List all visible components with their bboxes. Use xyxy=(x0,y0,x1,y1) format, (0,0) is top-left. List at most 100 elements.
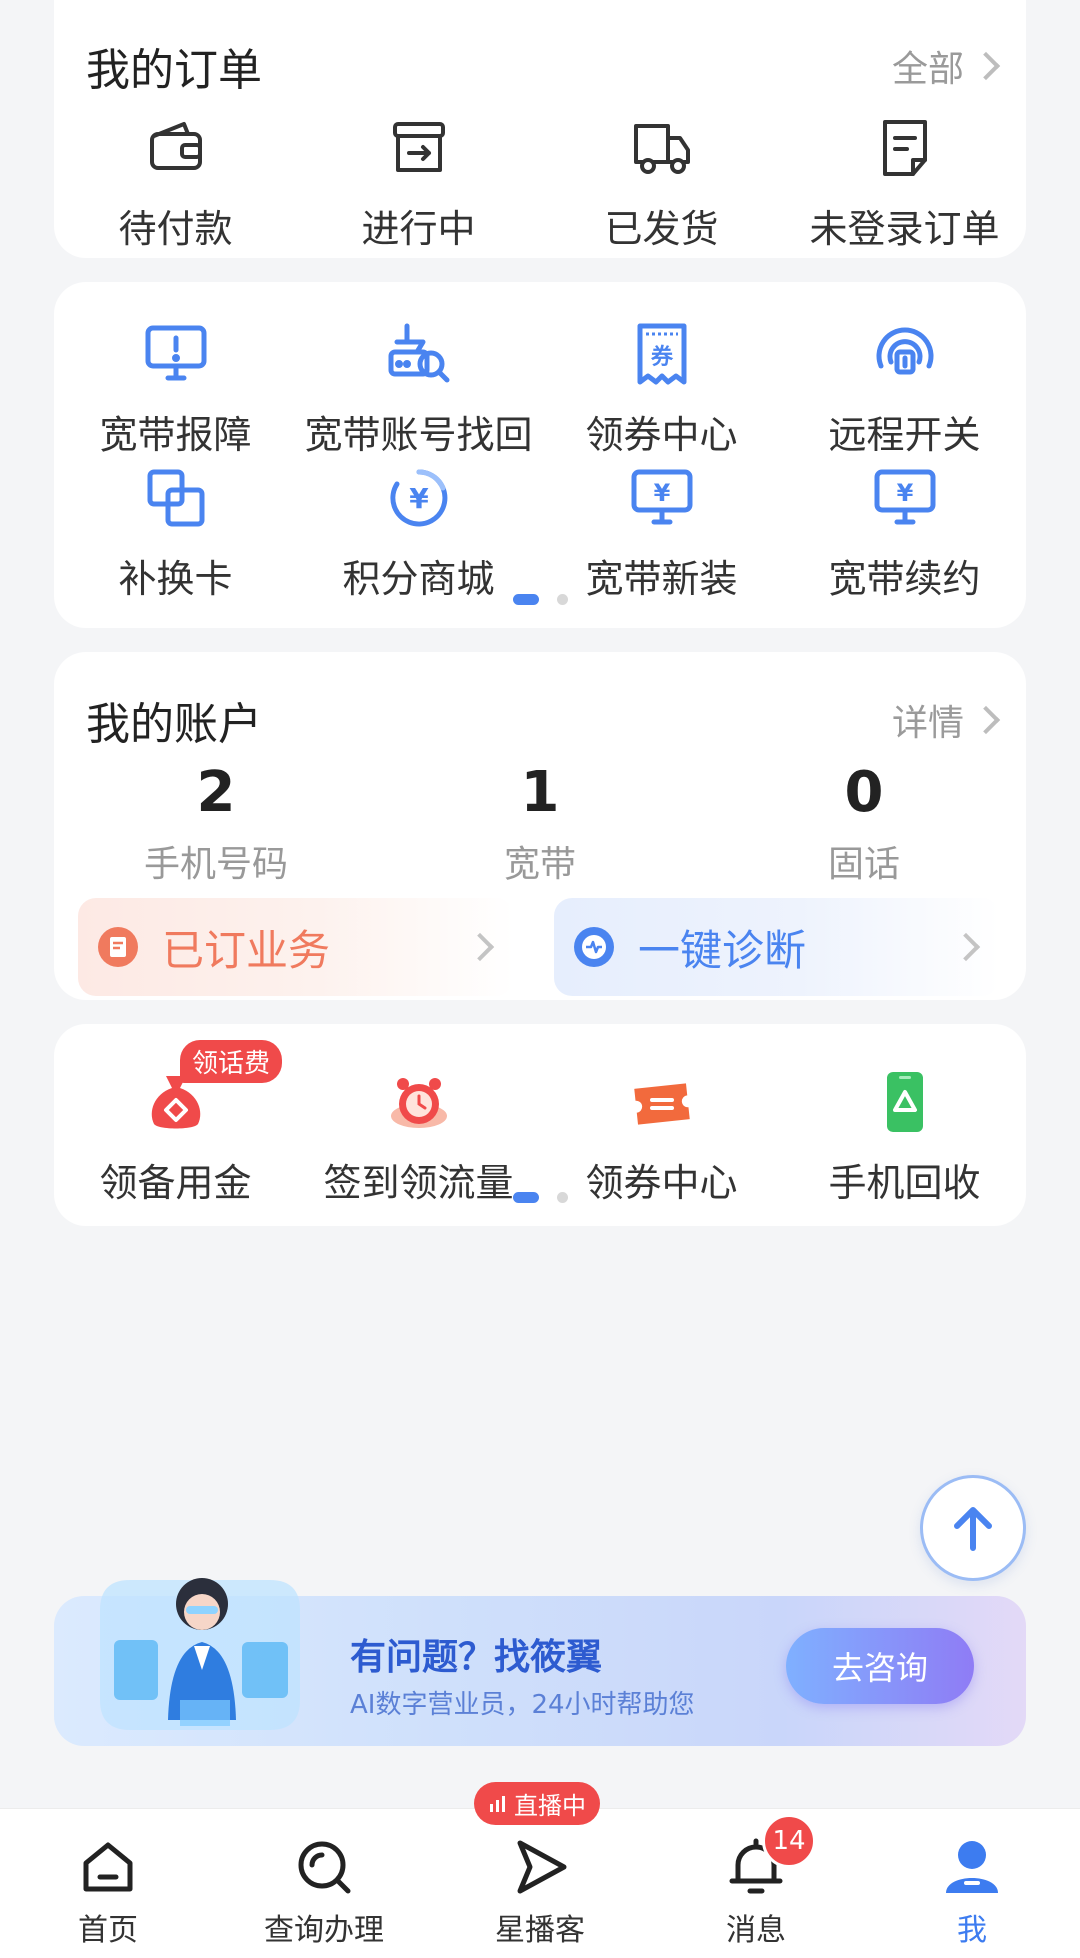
message-count-badge: 14 xyxy=(762,1814,816,1868)
promo-reserve-fund[interactable]: 领备用金 xyxy=(54,1066,297,1207)
sim-replacement[interactable]: 补换卡 xyxy=(54,462,297,603)
promo-checkin-data[interactable]: 签到领流量 xyxy=(297,1066,540,1207)
pulse-circle-icon xyxy=(574,927,614,967)
tab-label: 查询办理 xyxy=(264,1913,384,1948)
ticket-icon xyxy=(633,1083,690,1125)
tab-query-service[interactable]: 查询办理 xyxy=(216,1835,432,1949)
points-yen-icon: ¥ xyxy=(389,469,447,527)
broadband-new-install[interactable]: ¥ 宽带新装 xyxy=(540,462,783,603)
orders-title: 我的订单 xyxy=(86,45,262,96)
points-mall[interactable]: ¥ 积分商城 xyxy=(297,462,540,603)
monitor-yen-icon: ¥ xyxy=(874,469,935,525)
account-details-link[interactable]: 详情 xyxy=(891,694,1001,746)
document-circle-icon xyxy=(98,927,138,967)
svg-text:¥: ¥ xyxy=(896,479,913,507)
ai-assistant-banner[interactable]: 有问题？找筱翼 AI数字营业员，24小时帮助您 去咨询 xyxy=(54,1578,1026,1746)
page-dot-active xyxy=(512,1192,539,1203)
banner-title: 有问题？找筱翼 xyxy=(350,1637,603,1678)
page-dot xyxy=(556,594,568,605)
svg-text:¥: ¥ xyxy=(653,479,670,507)
box-arrow-icon xyxy=(392,122,445,172)
service-label: 领券中心 xyxy=(585,413,738,457)
tab-label: 首页 xyxy=(78,1913,138,1948)
remote-switch-icon xyxy=(876,327,933,375)
service-label: 远程开关 xyxy=(828,413,981,457)
tab-label: 我 xyxy=(957,1913,987,1948)
tab-label: 消息 xyxy=(726,1913,786,1948)
stat-value: 2 xyxy=(196,760,236,825)
svg-text:¥: ¥ xyxy=(409,482,429,515)
bottom-tab-bar: 首页 查询办理 星播客 消息 我 xyxy=(0,1808,1080,1958)
svg-text:券: 券 xyxy=(649,344,673,370)
live-badge-label: 直播中 xyxy=(514,1792,586,1820)
chevron-right-icon xyxy=(951,932,981,962)
account-stat-broadband[interactable]: 1 宽带 xyxy=(378,760,702,887)
subscribed-services-button[interactable]: 已订业务 xyxy=(78,898,514,996)
one-click-diagnose-label: 一键诊断 xyxy=(638,925,807,975)
stat-label: 固话 xyxy=(827,844,900,885)
broadband-repair[interactable]: 宽带报障 xyxy=(54,318,297,459)
orders-all-link[interactable]: 全部 xyxy=(891,40,1001,92)
tab-me[interactable]: 我 xyxy=(864,1835,1080,1949)
page-dot-active xyxy=(512,594,539,605)
alarm-clock-icon xyxy=(390,1078,447,1128)
consult-button[interactable]: 去咨询 xyxy=(786,1628,974,1704)
ai-assistant-avatar xyxy=(100,1578,300,1730)
wallet-icon xyxy=(149,122,202,170)
stat-label: 手机号码 xyxy=(143,844,288,885)
order-in-progress[interactable]: 进行中 xyxy=(297,112,540,253)
page-indicator xyxy=(54,594,1026,605)
get-credit-badge: 领话费 xyxy=(180,1040,283,1083)
page-dot xyxy=(556,1192,568,1203)
chevron-right-icon xyxy=(971,705,1001,735)
play-icon xyxy=(517,1840,567,1894)
scroll-to-top-button[interactable] xyxy=(920,1475,1026,1581)
coupon-center[interactable]: 券 领券中心 xyxy=(540,318,783,459)
coupon-icon: 券 xyxy=(637,323,686,385)
stat-label: 宽带 xyxy=(503,844,576,885)
orders-card: 我的订单 全部 待付款 进行中 已发货 未登录订单 xyxy=(54,0,1026,258)
tab-label: 星播客 xyxy=(495,1913,585,1948)
account-card: 我的账户 详情 2 手机号码 1 宽带 0 固话 已订业务 一键诊断 xyxy=(54,652,1026,1000)
page-indicator xyxy=(54,1192,1026,1203)
stat-value: 0 xyxy=(844,760,884,825)
monitor-alert-icon xyxy=(145,325,206,381)
document-icon xyxy=(882,120,927,176)
service-label: 宽带报障 xyxy=(99,413,252,457)
tab-star-broadcast[interactable]: 星播客 xyxy=(432,1835,648,1949)
arrow-up-icon xyxy=(954,1507,992,1551)
live-badge: 直播中 xyxy=(474,1782,600,1825)
order-label: 待付款 xyxy=(118,207,233,251)
tab-home[interactable]: 首页 xyxy=(0,1835,216,1949)
order-not-logged-in[interactable]: 未登录订单 xyxy=(783,112,1026,253)
remote-switch[interactable]: 远程开关 xyxy=(783,318,1026,459)
account-stat-phone[interactable]: 2 手机号码 xyxy=(54,760,378,887)
account-title: 我的账户 xyxy=(86,699,262,750)
tab-messages[interactable]: 消息 xyxy=(648,1835,864,1949)
search-icon xyxy=(298,1841,351,1894)
one-click-diagnose-button[interactable]: 一键诊断 xyxy=(554,898,1000,996)
services-card: 宽带报障 宽带账号找回 券 领券中心 远程开关 补换卡 ¥ 积分商城 ¥ 宽带新… xyxy=(54,282,1026,628)
account-stat-landline[interactable]: 0 固话 xyxy=(702,760,1026,887)
broadband-renewal[interactable]: ¥ 宽带续约 xyxy=(783,462,1026,603)
order-shipped[interactable]: 已发货 xyxy=(540,112,783,253)
monitor-yen-icon: ¥ xyxy=(631,469,692,525)
promo-phone-recycle[interactable]: 手机回收 xyxy=(783,1066,1026,1207)
signal-bars-icon xyxy=(490,1795,505,1812)
home-icon xyxy=(83,1842,133,1892)
stat-value: 1 xyxy=(520,760,560,825)
order-label: 已发货 xyxy=(604,207,719,251)
account-details-label: 详情 xyxy=(891,703,964,744)
subscribed-services-label: 已订业务 xyxy=(162,925,331,975)
router-search-icon xyxy=(388,323,449,383)
order-pending-payment[interactable]: 待付款 xyxy=(54,112,297,253)
chevron-right-icon xyxy=(465,932,495,962)
promo-coupon-center[interactable]: 领券中心 xyxy=(540,1066,783,1207)
order-label: 进行中 xyxy=(361,207,476,251)
orders-all-label: 全部 xyxy=(891,49,964,90)
person-icon xyxy=(946,1841,998,1893)
broadband-account-recovery[interactable]: 宽带账号找回 xyxy=(297,318,540,459)
service-label: 宽带账号找回 xyxy=(304,413,533,457)
phone-recycle-icon xyxy=(886,1072,923,1132)
sim-swap-icon xyxy=(147,469,204,527)
